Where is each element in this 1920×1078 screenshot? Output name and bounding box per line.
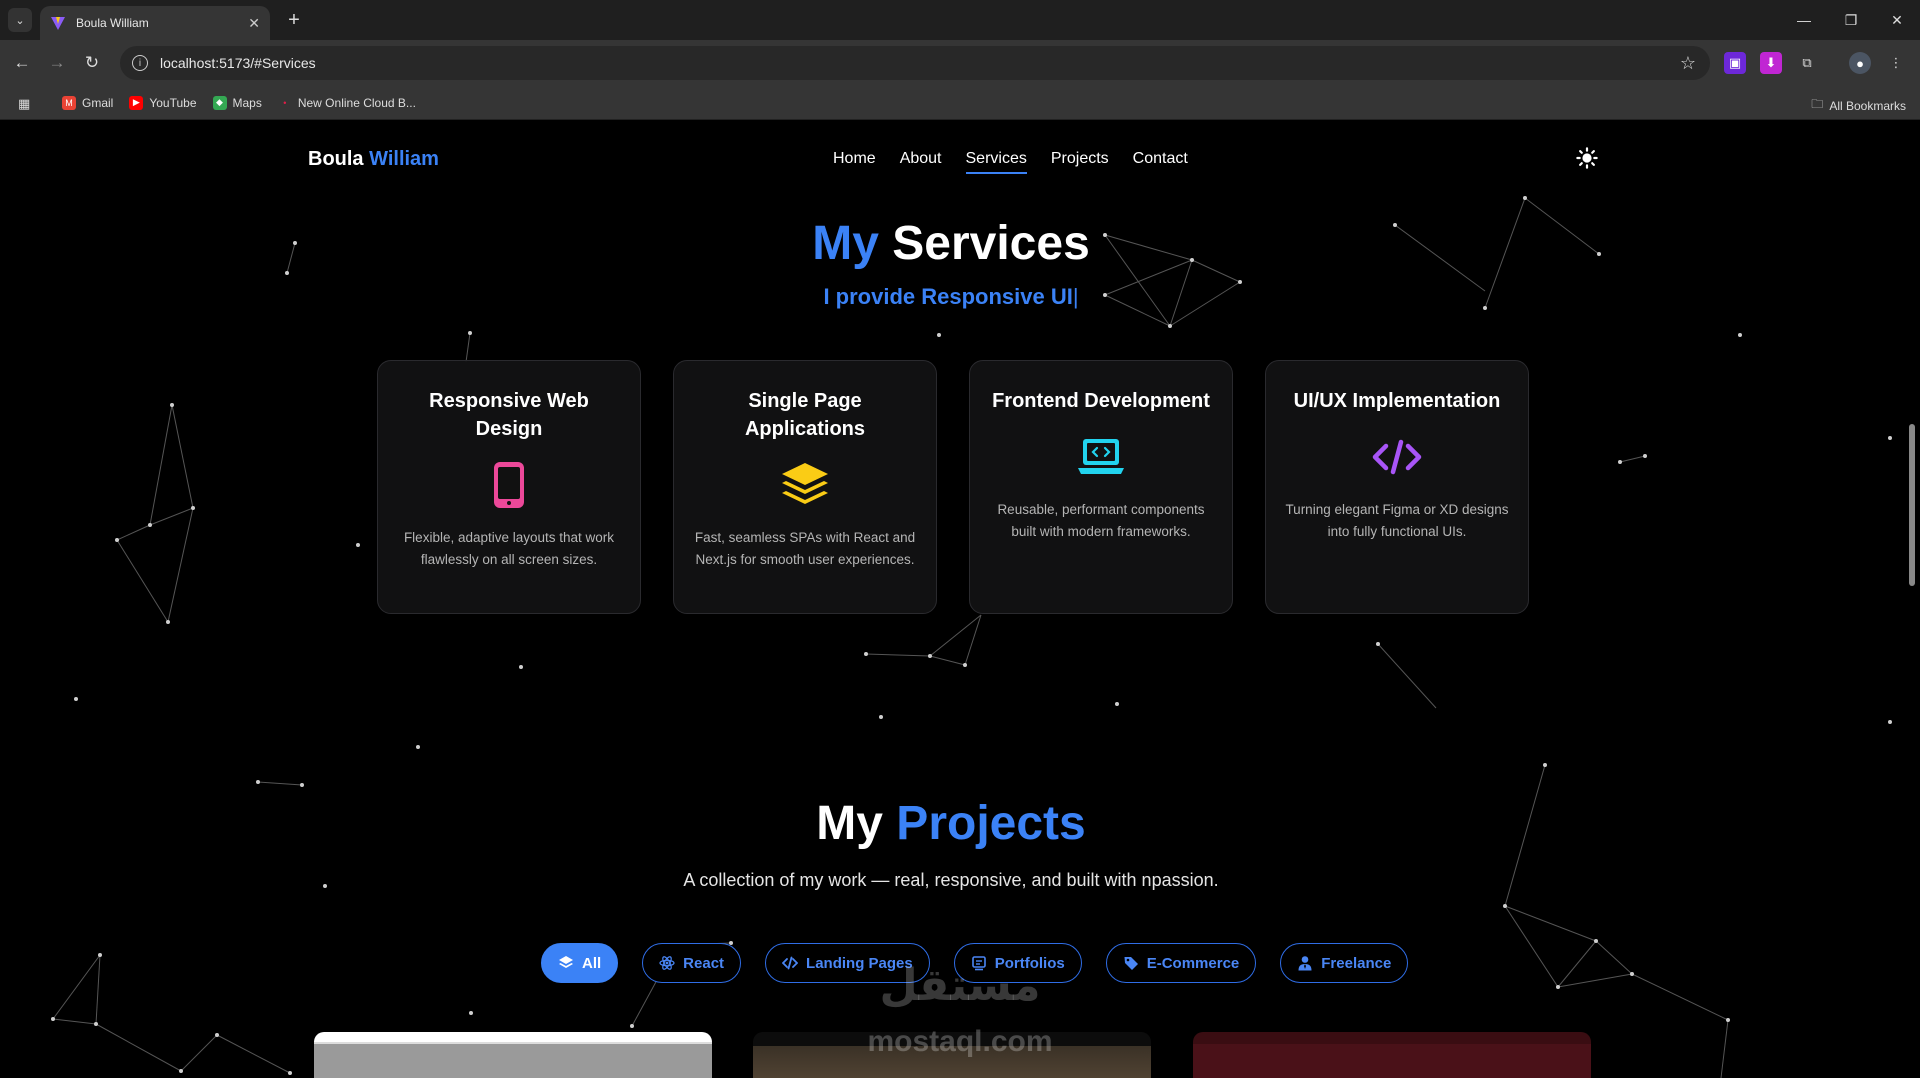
- filter-freelance[interactable]: Freelance: [1280, 943, 1409, 983]
- service-card-title: UI/UX Implementation: [1293, 390, 1501, 412]
- bookmark-maps[interactable]: ◆ Maps: [212, 95, 262, 110]
- service-card-title: Responsive Web Design: [429, 390, 589, 440]
- user-tie-icon: [1298, 956, 1312, 971]
- theme-toggle-sun-icon[interactable]: [1576, 147, 1598, 169]
- apps-grid-icon[interactable]: ▦: [18, 96, 44, 111]
- laptop-code-icon: [1073, 429, 1129, 485]
- nav-services[interactable]: Services: [965, 150, 1027, 174]
- menu-kebab-icon[interactable]: ⋮: [1885, 52, 1907, 74]
- browser-tabbar: ⌄ Boula William ✕ + — ❐ ✕: [0, 0, 1920, 40]
- nav-about[interactable]: About: [900, 150, 942, 174]
- extension-icon[interactable]: ▣: [1724, 52, 1746, 74]
- gmail-icon: M: [62, 95, 76, 110]
- extensions-puzzle-icon[interactable]: ⧉: [1796, 52, 1818, 74]
- all-bookmarks[interactable]: 🗀 All Bookmarks: [1811, 95, 1906, 116]
- tab-search-button[interactable]: ⌄: [8, 8, 32, 32]
- cloud-bookmark-icon: •: [283, 97, 287, 108]
- service-card-spa: Single Page Applications Fast, seamless …: [673, 360, 937, 614]
- mobile-icon: [481, 457, 537, 513]
- bookmark-youtube[interactable]: ▶ YouTube: [129, 95, 197, 110]
- page-scrollbar[interactable]: [1902, 120, 1920, 1078]
- site-info-icon[interactable]: i: [132, 55, 148, 71]
- forward-icon[interactable]: →: [45, 51, 69, 75]
- bookmark-star-icon[interactable]: ☆: [1680, 53, 1696, 74]
- bookmark-cloud[interactable]: • New Online Cloud B...: [278, 96, 416, 110]
- project-thumbnail[interactable]: [1193, 1032, 1591, 1078]
- close-window-icon[interactable]: ✕: [1885, 8, 1909, 32]
- layers-icon: [777, 457, 833, 513]
- youtube-icon: ▶: [129, 95, 144, 110]
- bookmark-gmail[interactable]: M Gmail: [62, 95, 113, 110]
- tab-title: Boula William: [76, 16, 149, 30]
- profile-avatar[interactable]: ●: [1849, 52, 1871, 74]
- new-tab-button[interactable]: +: [282, 8, 306, 32]
- service-card-responsive: Responsive Web Design Flexible, adaptive…: [377, 360, 641, 614]
- back-icon[interactable]: ←: [10, 51, 34, 75]
- projects-heading: My Projects: [816, 797, 1086, 850]
- folder-icon: 🗀: [1811, 97, 1824, 111]
- address-bar[interactable]: i localhost:5173/#Services ☆: [120, 46, 1710, 80]
- services-typewriter-subtitle: I provide Responsive UI|: [823, 284, 1079, 309]
- filter-react[interactable]: React: [642, 943, 742, 983]
- service-card-title: Frontend Development: [992, 390, 1210, 412]
- browser-toolbar: ← → ↻ i localhost:5173/#Services ☆ ▣ ⬇ ⧉…: [0, 40, 1920, 86]
- service-card-description: Turning elegant Figma or XD designs into…: [1285, 502, 1509, 539]
- vite-favicon-icon: [51, 17, 65, 30]
- main-nav: Home About Services Projects Contact: [833, 150, 1188, 174]
- react-icon: [659, 956, 675, 970]
- restore-icon[interactable]: ❐: [1839, 8, 1863, 32]
- tag-icon: [1124, 957, 1138, 970]
- download-extension-icon[interactable]: ⬇: [1760, 52, 1782, 74]
- service-card-description: Fast, seamless SPAs with React and Next.…: [694, 530, 916, 567]
- project-thumbnail[interactable]: [314, 1032, 712, 1078]
- maps-icon: ◆: [212, 95, 227, 110]
- bookmarks-bar: ▦ M Gmail ▶ YouTube ◆ Maps • New Online Clou…: [0, 86, 1920, 120]
- mostaql-watermark: مستقل: [879, 961, 1041, 1010]
- site-brand[interactable]: Boula William: [308, 148, 439, 171]
- nav-home[interactable]: Home: [833, 150, 876, 174]
- mostaql-watermark-url: mostaql.com: [867, 1025, 1053, 1058]
- service-card-frontend: Frontend Development Reusable, performan…: [969, 360, 1233, 614]
- nav-projects[interactable]: Projects: [1051, 150, 1109, 174]
- url-text[interactable]: localhost:5173/#Services: [160, 55, 1680, 71]
- filter-all[interactable]: All: [541, 943, 619, 983]
- services-heading: My Services: [812, 217, 1090, 270]
- reload-icon[interactable]: ↻: [80, 51, 104, 75]
- projects-subtitle: A collection of my work — real, responsi…: [683, 870, 1219, 890]
- service-card-title: Single Page Applications: [744, 390, 865, 440]
- services-cards: Responsive Web Design Flexible, adaptive…: [377, 360, 1529, 614]
- code-icon: [782, 956, 799, 970]
- layers-icon: [559, 956, 573, 968]
- scrollbar-thumb[interactable]: [1909, 424, 1915, 586]
- tab-close-icon[interactable]: ✕: [248, 15, 260, 32]
- service-card-description: Reusable, performant components built wi…: [997, 502, 1205, 539]
- service-card-description: Flexible, adaptive layouts that work fla…: [403, 530, 615, 567]
- service-card-uiux: UI/UX Implementation Turning elegant Fig…: [1265, 360, 1529, 614]
- nav-contact[interactable]: Contact: [1133, 150, 1188, 174]
- webpage: Boula William Home About Services Projec…: [0, 120, 1902, 1078]
- minimize-icon[interactable]: —: [1792, 8, 1816, 32]
- filter-ecommerce[interactable]: E-Commerce: [1105, 943, 1257, 983]
- code-icon: [1369, 429, 1425, 485]
- browser-tab[interactable]: Boula William ✕: [40, 6, 270, 40]
